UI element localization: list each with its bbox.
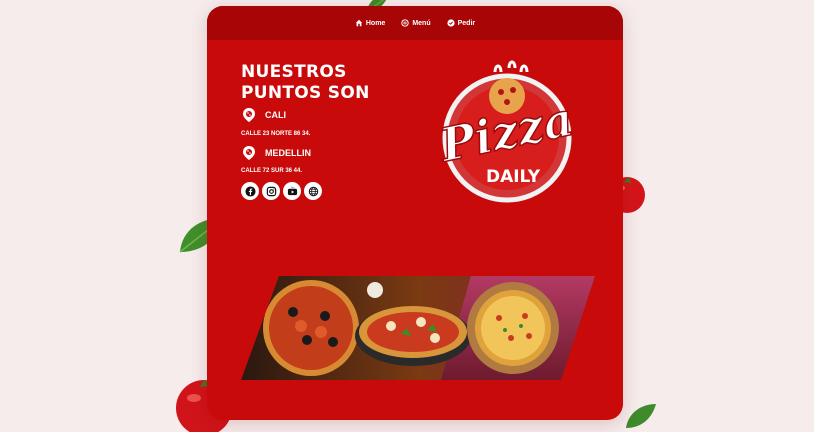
basil-leaf-decoration (626, 404, 656, 428)
pizza-daily-logo: Pizza DAILY (433, 60, 579, 203)
city-medellin: MEDELLIN (241, 145, 311, 161)
top-navigation: Home Menú Pedir (207, 6, 623, 40)
locations-card: Home Menú Pedir NUESTROS PUNTOS SON CALI… (207, 6, 623, 420)
page-title: NUESTROS PUNTOS SON (241, 62, 370, 103)
youtube-link[interactable]: You (283, 182, 301, 200)
nav-home-label: Home (365, 19, 386, 27)
menu-icon (401, 19, 410, 27)
nav-menu-label: Menú (412, 19, 431, 27)
city-address: CALLE 72 SUR 36 44. (241, 168, 303, 174)
facebook-icon (244, 185, 256, 197)
instagram-icon (266, 186, 276, 196)
city-name: MEDELLIN (265, 148, 311, 158)
youtube-icon: You (287, 187, 297, 195)
globe-icon (308, 186, 318, 196)
pizza-banner-image (241, 276, 595, 380)
nav-home[interactable]: Home (355, 19, 385, 27)
nav-order[interactable]: Pedir (447, 19, 476, 27)
pizza-pin-icon (243, 146, 255, 160)
nav-menu[interactable]: Menú (401, 19, 431, 27)
facebook-link[interactable] (241, 182, 259, 200)
order-icon (447, 19, 455, 27)
city-address: CALLE 23 NORTE 86 34. (241, 131, 311, 137)
logo-line2: DAILY (486, 167, 541, 187)
city-name: CALI (265, 110, 286, 120)
social-links: You (241, 182, 322, 200)
instagram-link[interactable] (262, 182, 280, 200)
nav-order-label: Pedir (457, 19, 476, 27)
home-icon (355, 19, 363, 27)
website-link[interactable] (304, 182, 322, 200)
pizza-pin-icon (243, 108, 255, 122)
city-cali: CALI (241, 107, 286, 123)
